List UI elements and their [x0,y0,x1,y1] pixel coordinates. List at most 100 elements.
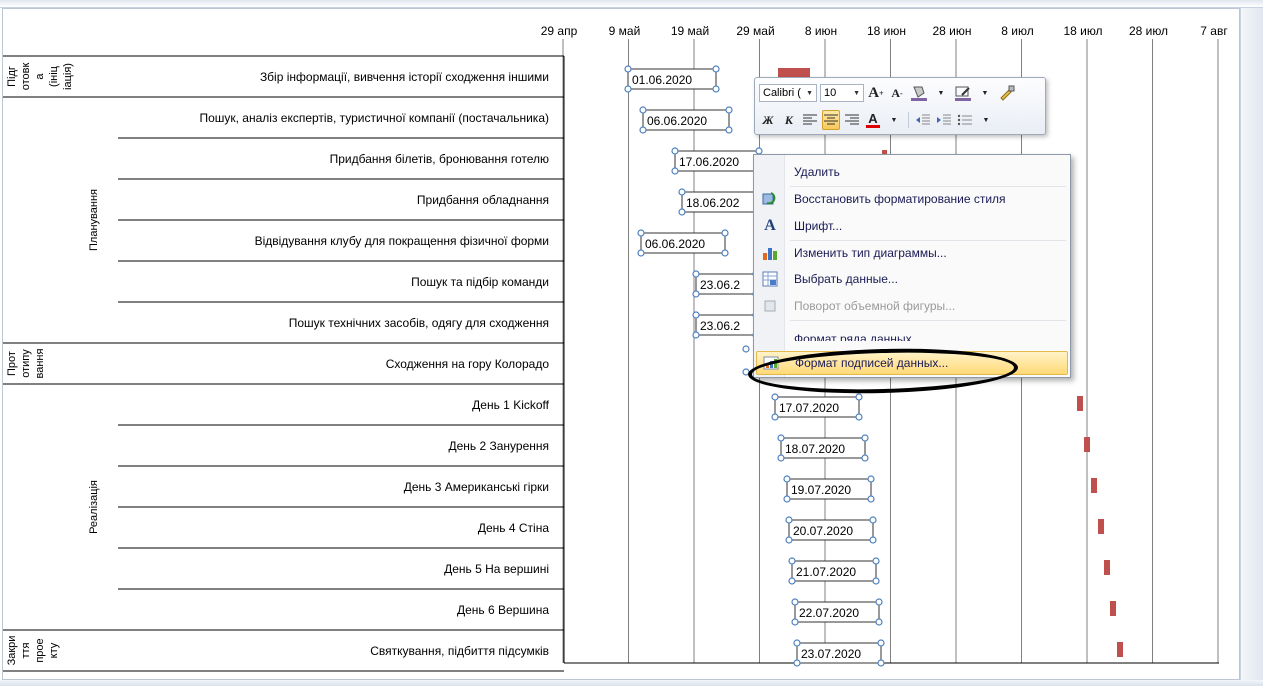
selection-handle[interactable] [788,557,796,565]
selection-handle[interactable] [869,516,877,524]
selection-handle[interactable] [877,659,885,667]
selection-handle[interactable] [692,311,700,319]
selection-handle[interactable] [783,495,791,503]
task-bar[interactable] [1084,437,1090,452]
selection-handle[interactable] [783,475,791,483]
selection-handle[interactable] [692,290,700,298]
selection-handle[interactable] [855,413,863,421]
outline-color-icon[interactable] [953,83,973,103]
increase-indent-icon[interactable] [935,110,953,130]
menu-item-delete[interactable]: Удалить [756,160,1068,184]
align-center-icon[interactable] [822,110,840,130]
context-menu[interactable]: Удалить Восстановить форматирование стил… [753,154,1071,378]
mini-format-toolbar[interactable]: Calibri ( ▼ 10 ▼ A + A- ▼ ▼ Ж К A ▼ ▼ [754,77,1046,135]
selection-handle[interactable] [639,106,647,114]
selection-handle[interactable] [861,434,869,442]
data-label[interactable]: 06.06.2020 [645,237,705,251]
align-left-icon[interactable] [801,110,819,130]
selection-handle[interactable] [788,577,796,585]
shrink-font-icon[interactable]: A- [888,83,906,103]
data-label[interactable]: 19.07.2020 [791,483,851,497]
selection-handle[interactable] [872,557,880,565]
chevron-down-icon[interactable]: ▼ [803,90,813,97]
menu-item-select-data[interactable]: Выбрать данные... [756,267,1068,291]
data-label[interactable]: 17.06.2020 [679,155,739,169]
selection-handle[interactable] [678,208,686,216]
format-painter-icon[interactable] [997,83,1017,103]
selection-handle[interactable] [869,536,877,544]
data-label[interactable]: 17.07.2020 [779,401,839,415]
chevron-down-icon[interactable]: ▼ [976,83,994,103]
selection-handle[interactable] [742,368,750,376]
selection-handle[interactable] [742,345,750,353]
selection-handle[interactable] [712,85,720,93]
data-label[interactable]: 20.07.2020 [793,524,853,538]
selection-handle[interactable] [793,639,801,647]
selection-handle[interactable] [678,188,686,196]
selection-handle[interactable] [872,577,880,585]
menu-item-reset-style[interactable]: Восстановить форматирование стиля [756,187,1068,211]
grow-font-icon[interactable]: A + [867,83,885,103]
selection-handle[interactable] [725,106,733,114]
task-bar[interactable] [1077,396,1083,411]
chevron-down-icon[interactable]: ▼ [977,110,995,130]
selection-handle[interactable] [791,598,799,606]
font-size-box[interactable]: 10 ▼ [820,84,864,102]
selection-handle[interactable] [671,167,679,175]
menu-item-format-series[interactable]: Формат ряда данных... [756,327,1068,341]
selection-handle[interactable] [785,516,793,524]
selection-handle[interactable] [692,270,700,278]
data-label[interactable]: 06.06.2020 [647,114,707,128]
selection-handle[interactable] [785,536,793,544]
selection-handle[interactable] [877,639,885,647]
task-bar[interactable] [1117,642,1123,657]
selection-handle[interactable] [637,249,645,257]
task-bar[interactable] [1098,519,1104,534]
selection-handle[interactable] [624,85,632,93]
selection-handle[interactable] [721,229,729,237]
chevron-down-icon[interactable]: ▼ [885,110,903,130]
selection-handle[interactable] [692,331,700,339]
selection-handle[interactable] [725,126,733,134]
selection-handle[interactable] [771,393,779,401]
data-label[interactable]: 23.06.2 [700,278,740,292]
selection-handle[interactable] [875,618,883,626]
selection-handle[interactable] [867,495,875,503]
data-label[interactable]: 23.07.2020 [801,647,861,661]
align-right-icon[interactable] [843,110,861,130]
font-color-icon[interactable]: A [864,110,882,130]
menu-item-format-data-labels[interactable]: Формат подписей данных... [756,351,1068,375]
selection-handle[interactable] [793,659,801,667]
bullets-icon[interactable] [956,110,974,130]
fill-color-icon[interactable] [909,83,929,103]
task-bar[interactable] [1104,560,1110,575]
selection-handle[interactable] [777,454,785,462]
data-label[interactable]: 18.07.2020 [785,442,845,456]
font-name-box[interactable]: Calibri ( ▼ [759,84,817,102]
data-label[interactable]: 18.06.202 [686,196,740,210]
data-label[interactable]: 21.07.2020 [796,565,856,579]
data-label[interactable]: 01.06.2020 [632,73,692,87]
task-bar[interactable] [1110,601,1116,616]
data-label[interactable]: 22.07.2020 [799,606,859,620]
bold-button[interactable]: Ж [759,110,777,130]
selection-handle[interactable] [777,434,785,442]
selection-handle[interactable] [712,65,720,73]
selection-handle[interactable] [855,393,863,401]
selection-handle[interactable] [671,147,679,155]
selection-handle[interactable] [861,454,869,462]
selection-handle[interactable] [791,618,799,626]
selection-handle[interactable] [771,413,779,421]
selection-handle[interactable] [875,598,883,606]
task-bar[interactable] [1091,478,1097,493]
selection-handle[interactable] [624,65,632,73]
decrease-indent-icon[interactable] [914,110,932,130]
chevron-down-icon[interactable]: ▼ [850,90,860,97]
selection-handle[interactable] [867,475,875,483]
menu-item-change-chart-type[interactable]: Изменить тип диаграммы... [756,241,1068,265]
selection-handle[interactable] [639,126,647,134]
italic-button[interactable]: К [780,110,798,130]
menu-item-font[interactable]: A Шрифт... [756,214,1068,238]
chevron-down-icon[interactable]: ▼ [932,83,950,103]
selection-handle[interactable] [721,249,729,257]
